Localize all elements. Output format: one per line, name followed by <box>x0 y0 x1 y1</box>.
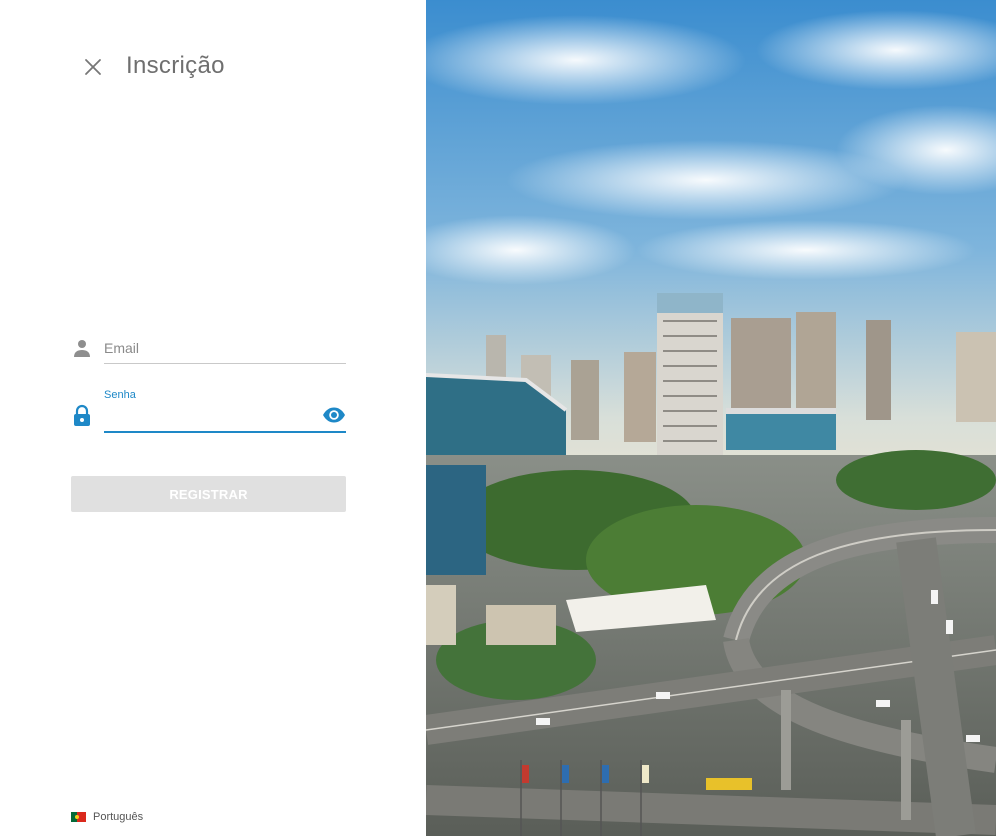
eye-icon <box>323 407 345 423</box>
hero-image <box>426 0 996 836</box>
person-icon <box>72 338 92 363</box>
close-button[interactable] <box>82 56 104 78</box>
lock-icon <box>72 404 92 433</box>
email-field-group <box>72 332 346 366</box>
password-label: Senha <box>104 389 136 401</box>
password-field-group: Senha <box>72 382 346 434</box>
language-label: Português <box>93 811 144 823</box>
email-field[interactable] <box>104 332 346 364</box>
signup-panel: Inscrição Senha REGISTRAR <box>0 0 426 836</box>
register-button[interactable]: REGISTRAR <box>71 476 346 512</box>
language-selector[interactable]: Português <box>71 811 143 823</box>
portugal-flag-icon <box>71 812 86 822</box>
close-icon <box>85 59 101 75</box>
toggle-password-visibility[interactable] <box>322 407 346 428</box>
page-title: Inscrição <box>126 52 225 79</box>
password-field[interactable] <box>104 404 346 433</box>
